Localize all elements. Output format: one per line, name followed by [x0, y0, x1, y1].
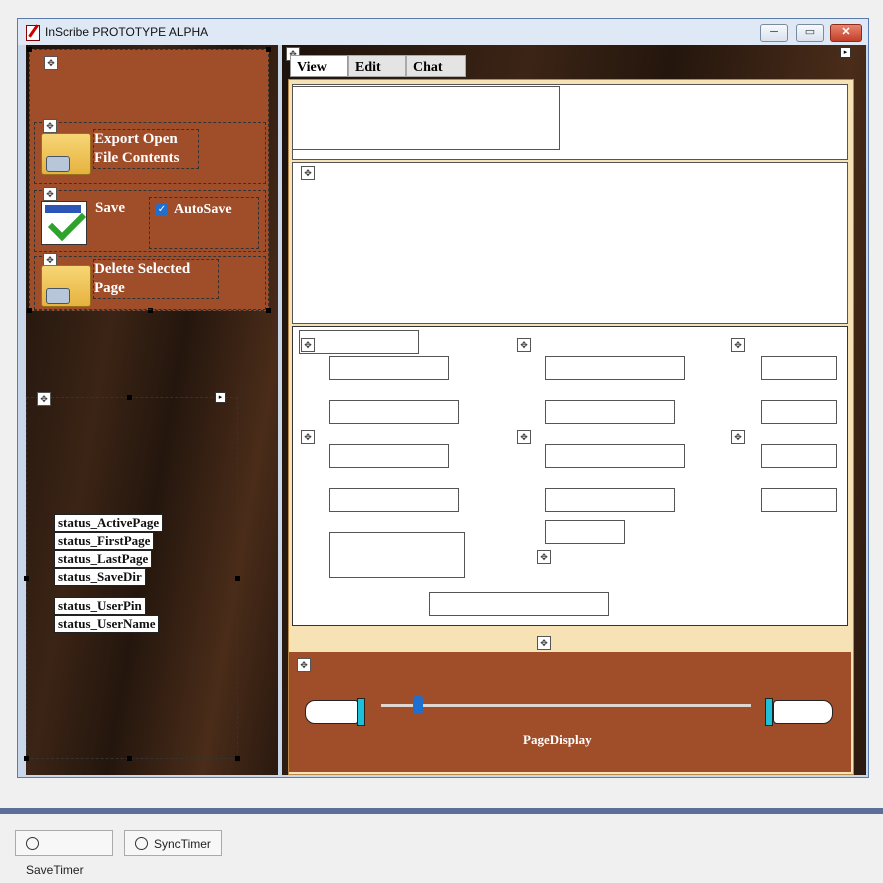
tab-strip: View Edit Chat — [290, 55, 466, 77]
move-handle-icon[interactable]: ✥ — [731, 430, 745, 444]
save-button[interactable]: Save — [95, 199, 125, 218]
move-handle-icon[interactable]: ✥ — [43, 119, 57, 133]
move-handle-icon[interactable]: ✥ — [301, 166, 315, 180]
grid-cell[interactable] — [329, 532, 465, 578]
grid-cell[interactable] — [329, 400, 459, 424]
status-first-page: status_FirstPage — [54, 532, 155, 550]
autosave-label: AutoSave — [174, 202, 232, 217]
status-active-page: status_ActivePage — [54, 514, 164, 532]
page-slider-track[interactable] — [381, 704, 751, 707]
grid-cell[interactable] — [329, 356, 449, 380]
grid-cell[interactable] — [545, 400, 675, 424]
folder-icon[interactable] — [41, 265, 91, 307]
autosave-container: ✓ AutoSave — [149, 197, 259, 249]
stopwatch-icon — [135, 837, 148, 850]
grid-cell[interactable] — [761, 488, 837, 512]
grid-cell[interactable] — [761, 400, 837, 424]
autosave-checkbox[interactable]: ✓ — [156, 204, 168, 216]
grid-cell[interactable] — [545, 520, 625, 544]
page-display: PageDisplay — [523, 732, 592, 747]
left-panel: ✥ ✥ Export Open File Contents ✥ Save ✓ A… — [24, 45, 278, 775]
delete-selected-page-button[interactable]: Delete Selected Page — [93, 259, 219, 299]
hand-icon — [46, 288, 70, 304]
move-handle-icon[interactable]: ✥ — [297, 658, 311, 672]
tab-edit[interactable]: Edit — [348, 55, 406, 77]
hand-icon — [46, 156, 70, 172]
grid-cell[interactable] — [545, 356, 685, 380]
move-handle-icon[interactable]: ✥ — [537, 550, 551, 564]
tab-view[interactable]: View — [290, 55, 348, 77]
move-handle-icon[interactable]: ✥ — [43, 187, 57, 201]
designer-splitter[interactable] — [0, 808, 883, 814]
title-bar[interactable]: InScribe PROTOTYPE ALPHA ─ ▭ ✕ — [18, 19, 868, 45]
status-user-pin: status_UserPin — [54, 597, 146, 615]
page-body-box[interactable] — [292, 162, 848, 324]
grid-cell[interactable] — [545, 488, 675, 512]
checkmark-icon[interactable] — [41, 201, 87, 245]
save-timer-component[interactable]: SaveTimer — [15, 830, 113, 877]
status-last-page: status_LastPage — [54, 550, 153, 568]
pointing-hand-left-icon[interactable] — [303, 692, 365, 732]
export-row: ✥ Export Open File Contents — [34, 119, 266, 184]
move-handle-icon[interactable]: ✥ — [731, 338, 745, 352]
content-panel: ✥ ▸ View Edit Chat ✥ ✥ ✥ ✥ ✥ ✥ ✥ ✥ ✥ ✥ P… — [282, 45, 866, 775]
status-save-dir: status_SaveDir — [54, 568, 146, 586]
grid-cell[interactable] — [329, 444, 449, 468]
status-user-name: status_UserName — [54, 615, 160, 633]
page-title-box[interactable] — [292, 86, 560, 150]
grid-cell[interactable] — [761, 444, 837, 468]
grid-cell[interactable] — [545, 444, 685, 468]
export-open-file-button[interactable]: Export Open File Contents — [93, 129, 199, 169]
stopwatch-icon — [26, 837, 39, 850]
arrow-right-icon[interactable]: ▸ — [840, 47, 851, 58]
move-handle-icon[interactable]: ✥ — [301, 430, 315, 444]
move-handle-icon[interactable]: ✥ — [37, 392, 51, 406]
move-handle-icon[interactable]: ✥ — [517, 338, 531, 352]
app-window: InScribe PROTOTYPE ALPHA ─ ▭ ✕ ✥ ✥ Expor… — [17, 18, 869, 778]
tab-chat[interactable]: Chat — [406, 55, 466, 77]
app-icon — [26, 25, 40, 41]
save-timer-label: SaveTimer — [26, 863, 84, 877]
minimize-button[interactable]: ─ — [760, 24, 788, 42]
move-handle-icon[interactable]: ✥ — [517, 430, 531, 444]
delete-row: ✥ Delete Selected Page — [34, 253, 266, 310]
status-panel: ✥ ▸ status_ActivePage status_FirstPage s… — [24, 392, 240, 761]
grid-cell[interactable] — [299, 330, 419, 354]
grid-cell[interactable] — [429, 592, 609, 616]
move-handle-icon[interactable]: ✥ — [301, 338, 315, 352]
sync-timer-label: SyncTimer — [154, 837, 211, 851]
pointing-hand-right-icon[interactable] — [765, 692, 837, 732]
arrow-right-icon[interactable]: ▸ — [215, 392, 226, 403]
window-title: InScribe PROTOTYPE ALPHA — [45, 25, 209, 39]
move-handle-icon[interactable]: ✥ — [44, 56, 58, 70]
toolbar-panel: ✥ ✥ Export Open File Contents ✥ Save ✓ A… — [27, 47, 271, 313]
folder-icon[interactable] — [41, 133, 91, 175]
page-content-area: ✥ ✥ ✥ ✥ ✥ ✥ ✥ ✥ ✥ ✥ PageDisplay — [288, 79, 854, 775]
save-row: ✥ Save ✓ AutoSave — [34, 187, 266, 252]
grid-cell[interactable] — [761, 356, 837, 380]
sync-timer-component[interactable]: SyncTimer — [124, 830, 222, 856]
grid-cell[interactable] — [329, 488, 459, 512]
maximize-button[interactable]: ▭ — [796, 24, 824, 42]
move-handle-icon[interactable]: ✥ — [537, 636, 551, 650]
page-nav-bar: ✥ PageDisplay — [289, 652, 851, 772]
close-button[interactable]: ✕ — [830, 24, 862, 42]
page-slider-thumb[interactable] — [413, 696, 423, 714]
